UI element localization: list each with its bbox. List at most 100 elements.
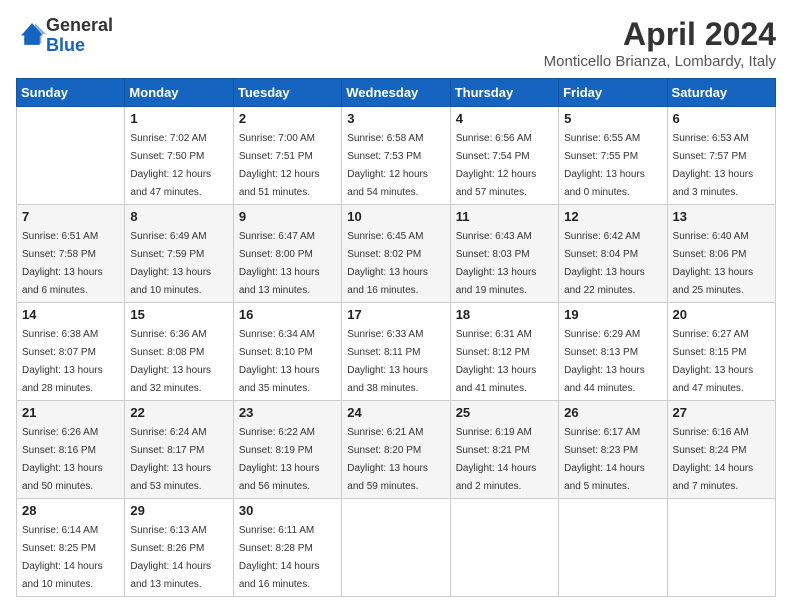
week-row-1: 7 Sunrise: 6:51 AMSunset: 7:58 PMDaylight… xyxy=(17,205,776,303)
day-cell: 26Sunrise: 6:17 AMSunset: 8:23 PMDayligh… xyxy=(559,401,667,499)
week-row-3: 21 Sunrise: 6:26 AMSunset: 8:16 PMDayligh… xyxy=(17,401,776,499)
day-cell: 17 Sunrise: 6:33 AMSunset: 8:11 PMDayligh… xyxy=(342,303,450,401)
day-cell: 8 Sunrise: 6:49 AMSunset: 7:59 PMDaylight… xyxy=(125,205,233,303)
day-info: Sunrise: 6:27 AMSunset: 8:15 PMDaylight:… xyxy=(673,329,754,394)
calendar-table: SundayMondayTuesdayWednesdayThursdayFrid… xyxy=(16,78,776,597)
day-info: Sunrise: 6:11 AMSunset: 8:28 PMDaylight:… xyxy=(239,525,320,590)
day-info: Sunrise: 6:56 AMSunset: 7:54 PMDaylight:… xyxy=(456,133,537,198)
day-number: 25 xyxy=(456,405,553,420)
day-cell: 21 Sunrise: 6:26 AMSunset: 8:16 PMDayligh… xyxy=(17,401,125,499)
day-info: Sunrise: 6:13 AMSunset: 8:26 PMDaylight:… xyxy=(130,525,211,590)
day-cell: 2 Sunrise: 7:00 AMSunset: 7:51 PMDaylight… xyxy=(233,107,341,205)
day-info: Sunrise: 6:49 AMSunset: 7:59 PMDaylight:… xyxy=(130,231,211,296)
day-cell: 9Sunrise: 6:47 AMSunset: 8:00 PMDaylight… xyxy=(233,205,341,303)
day-number: 29 xyxy=(130,503,227,518)
day-number: 22 xyxy=(130,405,227,420)
day-number: 30 xyxy=(239,503,336,518)
day-info: Sunrise: 6:33 AMSunset: 8:11 PMDaylight:… xyxy=(347,329,428,394)
day-cell: 10 Sunrise: 6:45 AMSunset: 8:02 PMDayligh… xyxy=(342,205,450,303)
day-cell: 6 Sunrise: 6:53 AMSunset: 7:57 PMDaylight… xyxy=(667,107,775,205)
weekday-header-monday: Monday xyxy=(125,79,233,107)
location: Monticello Brianza, Lombardy, Italy xyxy=(544,53,776,70)
day-cell: 4 Sunrise: 6:56 AMSunset: 7:54 PMDaylight… xyxy=(450,107,558,205)
day-cell xyxy=(450,499,558,597)
day-number: 4 xyxy=(456,111,553,126)
day-number: 8 xyxy=(130,209,227,224)
day-number: 15 xyxy=(130,307,227,322)
weekday-header-tuesday: Tuesday xyxy=(233,79,341,107)
day-cell: 13 Sunrise: 6:40 AMSunset: 8:06 PMDayligh… xyxy=(667,205,775,303)
day-cell: 30 Sunrise: 6:11 AMSunset: 8:28 PMDayligh… xyxy=(233,499,341,597)
day-number: 16 xyxy=(239,307,336,322)
day-number: 13 xyxy=(673,209,770,224)
day-info: Sunrise: 6:14 AMSunset: 8:25 PMDaylight:… xyxy=(22,525,103,590)
week-row-0: 1Sunrise: 7:02 AMSunset: 7:50 PMDaylight… xyxy=(17,107,776,205)
page: General Blue April 2024 Monticello Brian… xyxy=(0,0,792,613)
day-number: 21 xyxy=(22,405,119,420)
day-info: Sunrise: 6:42 AMSunset: 8:04 PMDaylight:… xyxy=(564,231,645,296)
day-number: 11 xyxy=(456,209,553,224)
day-cell: 1Sunrise: 7:02 AMSunset: 7:50 PMDaylight… xyxy=(125,107,233,205)
day-cell: 14Sunrise: 6:38 AMSunset: 8:07 PMDayligh… xyxy=(17,303,125,401)
weekday-header-sunday: Sunday xyxy=(17,79,125,107)
day-number: 19 xyxy=(564,307,661,322)
weekday-header-saturday: Saturday xyxy=(667,79,775,107)
day-number: 12 xyxy=(564,209,661,224)
day-info: Sunrise: 6:55 AMSunset: 7:55 PMDaylight:… xyxy=(564,133,645,198)
week-row-2: 14Sunrise: 6:38 AMSunset: 8:07 PMDayligh… xyxy=(17,303,776,401)
day-info: Sunrise: 6:45 AMSunset: 8:02 PMDaylight:… xyxy=(347,231,428,296)
day-cell: 27 Sunrise: 6:16 AMSunset: 8:24 PMDayligh… xyxy=(667,401,775,499)
day-number: 27 xyxy=(673,405,770,420)
day-number: 26 xyxy=(564,405,661,420)
day-number: 14 xyxy=(22,307,119,322)
weekday-header-thursday: Thursday xyxy=(450,79,558,107)
day-info: Sunrise: 6:51 AMSunset: 7:58 PMDaylight:… xyxy=(22,231,103,296)
day-number: 20 xyxy=(673,307,770,322)
header: General Blue April 2024 Monticello Brian… xyxy=(16,16,776,70)
day-info: Sunrise: 6:58 AMSunset: 7:53 PMDaylight:… xyxy=(347,133,428,198)
day-cell: 23 Sunrise: 6:22 AMSunset: 8:19 PMDayligh… xyxy=(233,401,341,499)
day-info: Sunrise: 6:53 AMSunset: 7:57 PMDaylight:… xyxy=(673,133,754,198)
day-cell: 20 Sunrise: 6:27 AMSunset: 8:15 PMDayligh… xyxy=(667,303,775,401)
month-title: April 2024 xyxy=(544,16,776,53)
day-cell: 19Sunrise: 6:29 AMSunset: 8:13 PMDayligh… xyxy=(559,303,667,401)
day-number: 18 xyxy=(456,307,553,322)
day-cell: 25 Sunrise: 6:19 AMSunset: 8:21 PMDayligh… xyxy=(450,401,558,499)
day-info: Sunrise: 6:24 AMSunset: 8:17 PMDaylight:… xyxy=(130,427,211,492)
day-info: Sunrise: 6:21 AMSunset: 8:20 PMDaylight:… xyxy=(347,427,428,492)
day-info: Sunrise: 6:16 AMSunset: 8:24 PMDaylight:… xyxy=(673,427,754,492)
day-cell: 15Sunrise: 6:36 AMSunset: 8:08 PMDayligh… xyxy=(125,303,233,401)
weekday-header-friday: Friday xyxy=(559,79,667,107)
day-number: 3 xyxy=(347,111,444,126)
day-cell: 11 Sunrise: 6:43 AMSunset: 8:03 PMDayligh… xyxy=(450,205,558,303)
day-number: 17 xyxy=(347,307,444,322)
day-cell xyxy=(342,499,450,597)
day-number: 6 xyxy=(673,111,770,126)
day-cell: 18Sunrise: 6:31 AMSunset: 8:12 PMDayligh… xyxy=(450,303,558,401)
day-info: Sunrise: 6:34 AMSunset: 8:10 PMDaylight:… xyxy=(239,329,320,394)
day-number: 5 xyxy=(564,111,661,126)
day-info: Sunrise: 6:22 AMSunset: 8:19 PMDaylight:… xyxy=(239,427,320,492)
day-cell: 16 Sunrise: 6:34 AMSunset: 8:10 PMDayligh… xyxy=(233,303,341,401)
weekday-header-row: SundayMondayTuesdayWednesdayThursdayFrid… xyxy=(17,79,776,107)
day-cell xyxy=(667,499,775,597)
day-cell: 12 Sunrise: 6:42 AMSunset: 8:04 PMDayligh… xyxy=(559,205,667,303)
day-number: 28 xyxy=(22,503,119,518)
day-info: Sunrise: 7:00 AMSunset: 7:51 PMDaylight:… xyxy=(239,133,320,198)
day-cell: 3 Sunrise: 6:58 AMSunset: 7:53 PMDaylight… xyxy=(342,107,450,205)
day-number: 24 xyxy=(347,405,444,420)
day-info: Sunrise: 6:26 AMSunset: 8:16 PMDaylight:… xyxy=(22,427,103,492)
day-number: 2 xyxy=(239,111,336,126)
day-cell: 29 Sunrise: 6:13 AMSunset: 8:26 PMDayligh… xyxy=(125,499,233,597)
logo-icon xyxy=(18,20,46,48)
weekday-header-wednesday: Wednesday xyxy=(342,79,450,107)
day-number: 7 xyxy=(22,209,119,224)
day-info: Sunrise: 6:40 AMSunset: 8:06 PMDaylight:… xyxy=(673,231,754,296)
day-info: Sunrise: 6:19 AMSunset: 8:21 PMDaylight:… xyxy=(456,427,537,492)
day-info: Sunrise: 6:47 AMSunset: 8:00 PMDaylight:… xyxy=(239,231,320,296)
day-cell xyxy=(559,499,667,597)
day-number: 23 xyxy=(239,405,336,420)
day-number: 10 xyxy=(347,209,444,224)
day-cell: 24 Sunrise: 6:21 AMSunset: 8:20 PMDayligh… xyxy=(342,401,450,499)
day-info: Sunrise: 6:43 AMSunset: 8:03 PMDaylight:… xyxy=(456,231,537,296)
